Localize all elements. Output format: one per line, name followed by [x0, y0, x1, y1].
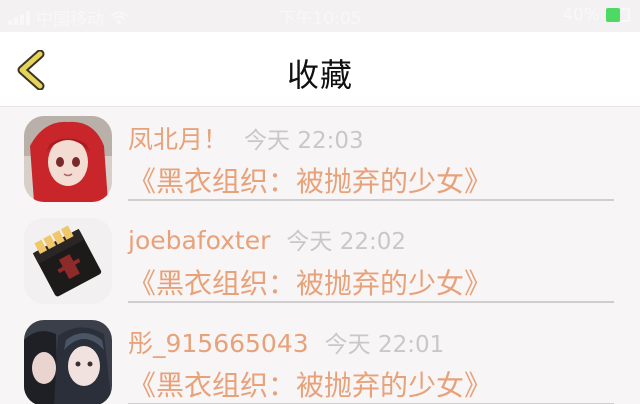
avatar[interactable] [24, 116, 112, 202]
status-bar: 中国移动 下午10:05 40% [0, 0, 640, 32]
favorites-list: 凤北月！ 今天 22:03 《黑衣组织：被抛弃的少女》 joebafoxter … [0, 108, 640, 404]
navigation-bar: 收藏 [0, 32, 640, 107]
favorite-time: 今天 22:03 [244, 128, 364, 154]
list-item[interactable]: 凤北月！ 今天 22:03 《黑衣组织：被抛弃的少女》 [0, 108, 640, 210]
user-name: 彤_915665043 [128, 329, 309, 358]
battery-icon [606, 8, 630, 22]
divider [128, 301, 614, 303]
favorite-work-title[interactable]: 《黑衣组织：被抛弃的少女》 [128, 262, 492, 302]
favorite-user-name: 凤北月！ 今天 22:03 [128, 120, 364, 156]
favorite-work-title[interactable]: 《黑衣组织：被抛弃的少女》 [128, 364, 492, 404]
list-item[interactable]: 彤_915665043 今天 22:01 《黑衣组织：被抛弃的少女》 [0, 312, 640, 404]
favorite-time: 今天 22:02 [286, 229, 406, 255]
avatar[interactable] [24, 218, 112, 304]
list-item[interactable]: joebafoxter 今天 22:02 《黑衣组织：被抛弃的少女》 [0, 210, 640, 312]
favorite-time: 今天 22:01 [324, 332, 445, 358]
page-title: 收藏 [286, 56, 353, 94]
favorite-user-name: joebafoxter 今天 22:02 [128, 222, 406, 256]
divider [128, 199, 614, 201]
user-name: joebafoxter [128, 226, 271, 255]
clock: 下午10:05 [278, 9, 362, 29]
battery-percent: 40% [562, 5, 600, 25]
user-name: 凤北月！ [128, 125, 229, 154]
favorite-user-name: 彤_915665043 今天 22:01 [128, 324, 444, 360]
avatar[interactable] [24, 320, 112, 404]
favorite-work-title[interactable]: 《黑衣组织：被抛弃的少女》 [128, 160, 492, 200]
